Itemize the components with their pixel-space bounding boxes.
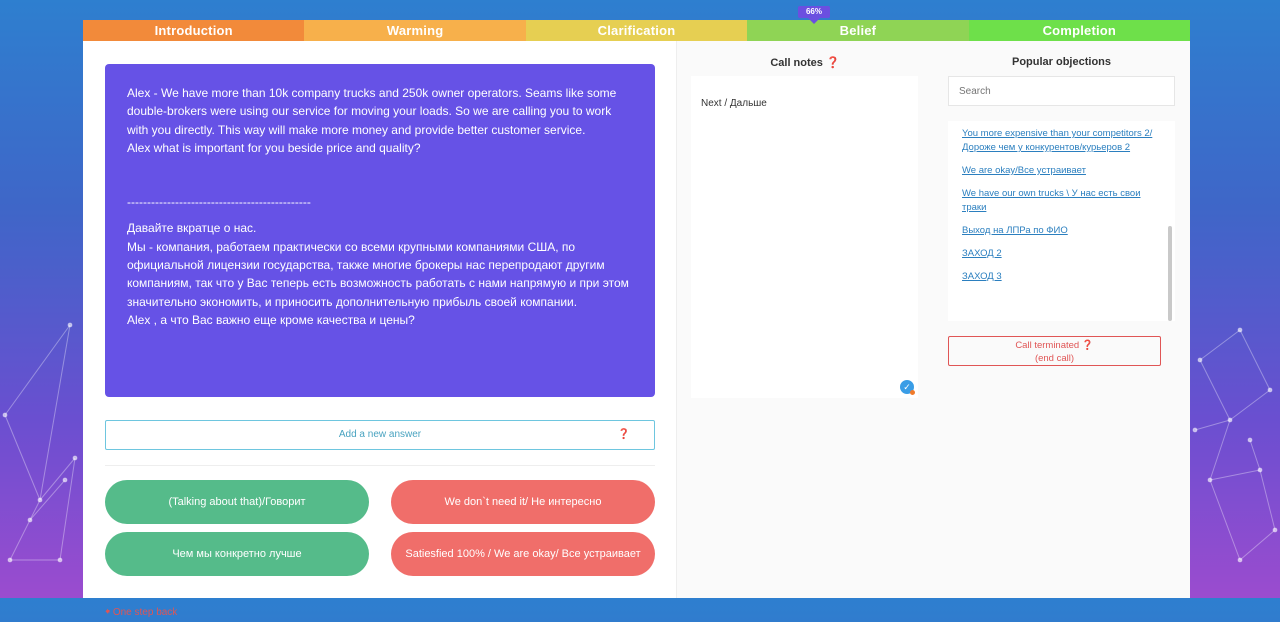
script-ru-intro: Давайте вкратце о нас.	[127, 221, 257, 236]
progress-badge: 66%	[798, 6, 830, 24]
script-ru-question: Alex , а что Вас важно еще кроме качеств…	[127, 312, 415, 327]
question-circle-icon[interactable]: ❓	[1082, 340, 1094, 351]
stage-clarification[interactable]: Clarification	[525, 20, 748, 41]
objection-item[interactable]: ЗАХОД 3	[962, 270, 1161, 284]
answer-button-satisfied[interactable]: Satiesfied 100% / We are okay/ Все устра…	[391, 532, 655, 576]
objection-item[interactable]: We are okay/Все устраивает	[962, 164, 1161, 178]
objections-search-input[interactable]	[948, 76, 1175, 106]
question-circle-icon[interactable]: ❓	[826, 57, 840, 69]
arrow-left-icon: 🠸	[105, 607, 111, 618]
call-notes-textarea[interactable]: Next / Дальше ✓	[691, 76, 918, 398]
divider	[105, 465, 655, 466]
objections-scrollbar[interactable]	[1168, 226, 1172, 321]
call-notes-title: Call notes ❓	[677, 41, 933, 69]
stage-progress-bar: 66% Introduction Warming Clarification B…	[83, 6, 1191, 41]
add-answer-label: Add a new answer	[338, 429, 422, 440]
check-circle-icon: ✓	[900, 380, 915, 395]
objections-panel: Popular objections You more expensive th…	[933, 41, 1190, 598]
script-en-question: Alex what is important for you beside pr…	[127, 140, 421, 155]
call-notes-content: Next / Дальше	[701, 98, 767, 109]
objection-item[interactable]: We have our own trucks \ У нас есть свои…	[962, 187, 1161, 215]
call-notes-panel: Call notes ❓ Next / Дальше ✓	[676, 41, 934, 598]
call-terminated-button[interactable]: Call terminated ❓ (end call)	[948, 336, 1161, 366]
answer-button-talking[interactable]: (Talking about that)/Говорит	[105, 480, 369, 524]
stage-warming[interactable]: Warming	[304, 20, 526, 41]
script-ru-paragraph: Мы - компания, работаем практически со в…	[127, 239, 629, 309]
answer-button-not-interested[interactable]: We don`t need it/ Не интересно	[391, 480, 655, 524]
objection-item[interactable]: You more expensive than your competitors…	[962, 127, 1161, 155]
script-column: Alex - We have more than 10k company tru…	[83, 41, 676, 618]
one-step-back-link[interactable]: 🠸 One step back	[105, 605, 177, 622]
stage-completion[interactable]: Completion	[968, 20, 1191, 41]
call-notes-title-text: Call notes	[770, 57, 823, 69]
script-text-box: Alex - We have more than 10k company tru…	[105, 64, 655, 397]
answer-button-why-better[interactable]: Чем мы конкретно лучше	[105, 532, 369, 576]
objection-item[interactable]: Выход на ЛПРа по ФИО	[962, 224, 1161, 238]
objections-title: Popular objections	[1011, 56, 1111, 68]
objection-item[interactable]: ЗАХОД 2	[962, 247, 1161, 261]
back-link-label: One step back	[112, 607, 178, 618]
call-terminated-sublabel: (end call)	[1034, 353, 1075, 364]
question-circle-icon[interactable]: ❓	[618, 421, 630, 449]
call-terminated-label: Call terminated	[1015, 340, 1080, 351]
add-answer-button[interactable]: Add a new answer ❓	[105, 420, 655, 450]
script-en-paragraph: Alex - We have more than 10k company tru…	[127, 86, 617, 137]
script-divider: ----------------------------------------…	[127, 195, 311, 210]
stage-introduction[interactable]: Introduction	[83, 20, 305, 41]
script-player-window: 66% Introduction Warming Clarification B…	[83, 6, 1191, 618]
objections-list: You more expensive than your competitors…	[948, 121, 1175, 321]
stage-belief[interactable]: Belief	[747, 20, 969, 41]
